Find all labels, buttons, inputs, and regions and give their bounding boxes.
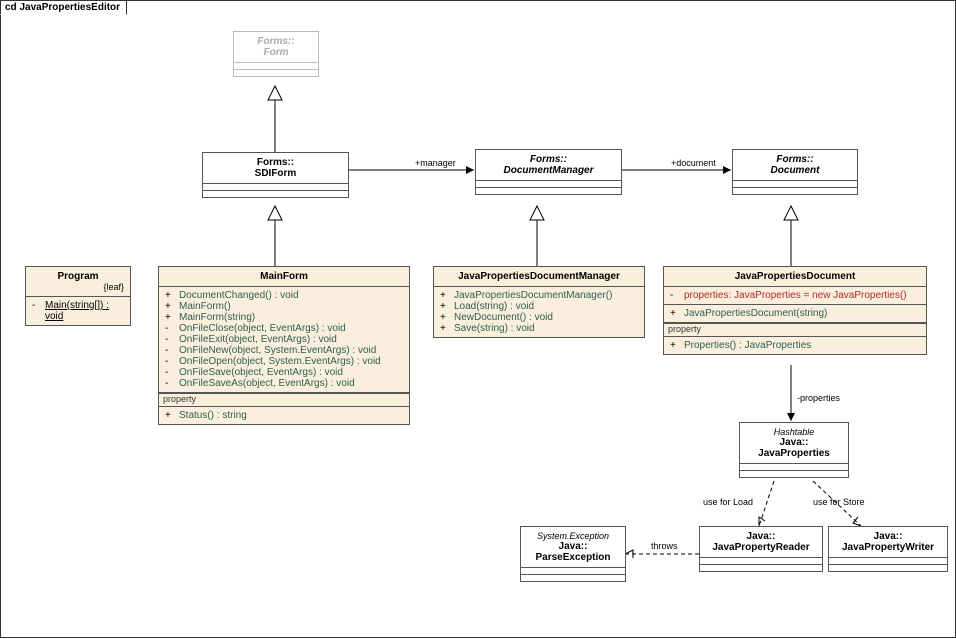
jpdoc-proplabel: property <box>664 323 926 337</box>
class-jpdocman: JavaPropertiesDocumentManager +JavaPrope… <box>433 266 645 338</box>
forms-form-pkg: Forms:: <box>240 36 312 47</box>
program-m0-sig: Main(string[]) : void <box>45 300 124 322</box>
dep-throws-label: throws <box>651 541 678 551</box>
docmanager-pkg: Forms:: <box>482 154 615 165</box>
jpwriter-pkg: Java:: <box>835 531 941 542</box>
program-constraint: {leaf} <box>32 282 124 292</box>
javaprops-stereo: Hashtable <box>746 427 842 437</box>
assoc-document-label: +document <box>671 158 716 168</box>
tab-title: JavaPropertiesEditor <box>19 2 120 13</box>
class-javaproperties: Hashtable Java:: JavaProperties <box>739 422 849 478</box>
mainform-proplabel: property <box>159 393 409 407</box>
assoc-properties-label: -properties <box>797 393 841 403</box>
class-document: Forms:: Document <box>732 149 858 195</box>
sdiform-name: SDIForm <box>209 168 342 179</box>
mainform-props: +Status() : string <box>159 407 409 424</box>
dep-useforstore-label: use for Store <box>813 497 865 507</box>
sdiform-pkg: Forms:: <box>209 157 342 168</box>
class-forms-form: Forms:: Form <box>233 31 319 77</box>
javaprops-pkg: Java:: <box>746 437 842 448</box>
program-name: Program <box>32 271 124 282</box>
mainform-ops: +DocumentChanged() : void +MainForm() +M… <box>159 287 409 393</box>
assoc-manager-label: +manager <box>415 158 456 168</box>
mainform-name: MainForm <box>165 271 403 282</box>
class-sdiform: Forms:: SDIForm <box>202 152 349 198</box>
jpdoc-attr0: - properties: JavaProperties = new JavaP… <box>670 290 920 301</box>
jpreader-pkg: Java:: <box>706 531 816 542</box>
class-jpreader: Java:: JavaPropertyReader <box>699 526 823 572</box>
docmanager-name: DocumentManager <box>482 165 615 176</box>
class-program: Program {leaf} - Main(string[]) : void <box>25 266 131 326</box>
document-pkg: Forms:: <box>739 154 851 165</box>
jpreader-name: JavaPropertyReader <box>706 542 816 553</box>
class-documentmanager: Forms:: DocumentManager <box>475 149 622 195</box>
class-jpdoc: JavaPropertiesDocument - properties: Jav… <box>663 266 927 355</box>
program-member: - Main(string[]) : void <box>32 300 124 322</box>
parseex-name: ParseException <box>527 552 619 563</box>
class-jpwriter: Java:: JavaPropertyWriter <box>828 526 948 572</box>
javaprops-name: JavaProperties <box>746 448 842 459</box>
program-m0-vis: - <box>32 300 45 322</box>
class-mainform: MainForm +DocumentChanged() : void +Main… <box>158 266 410 425</box>
dep-useforload-label: use for Load <box>703 497 753 507</box>
jpwriter-name: JavaPropertyWriter <box>835 542 941 553</box>
diagram-canvas: cd JavaPropertiesEditor DocumentManager … <box>0 0 956 638</box>
parseex-stereo: System.Exception <box>527 531 619 541</box>
tab-prefix: cd <box>5 2 19 13</box>
forms-form-name: Form <box>240 47 312 58</box>
document-name: Document <box>739 165 851 176</box>
parseex-pkg: Java:: <box>527 541 619 552</box>
diagram-tab: cd JavaPropertiesEditor <box>0 0 127 15</box>
jpdocman-name: JavaPropertiesDocumentManager <box>440 271 638 282</box>
jpdoc-name: JavaPropertiesDocument <box>670 271 920 282</box>
class-parseexception: System.Exception Java:: ParseException <box>520 526 626 582</box>
